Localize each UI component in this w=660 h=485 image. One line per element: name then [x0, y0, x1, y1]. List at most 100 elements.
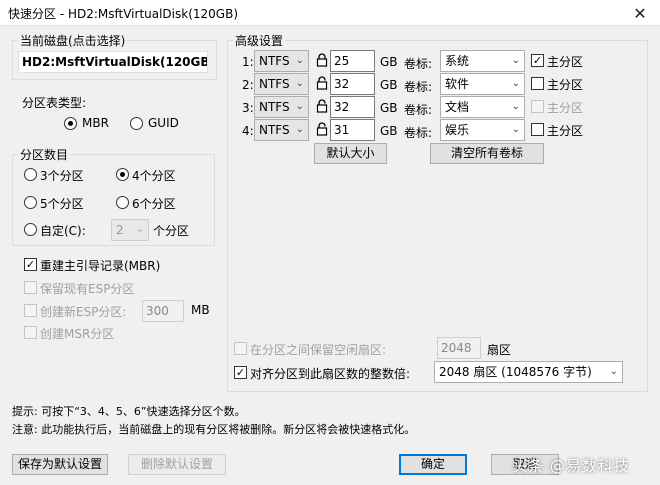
- keep-free-sectors-label[interactable]: 在分区之间保留空闲扇区:: [250, 341, 386, 358]
- create-esp-checkbox[interactable]: [24, 304, 37, 317]
- keep-esp-label[interactable]: 保留现有ESP分区: [40, 280, 134, 297]
- align-sectors-select[interactable]: 2048 扇区 (1048576 字节) ⌄: [434, 361, 623, 383]
- chevron-down-icon: ⌄: [135, 224, 144, 235]
- chevron-down-icon: ⌄: [295, 55, 304, 66]
- partition-row-1-primary-label[interactable]: 主分区: [547, 53, 583, 70]
- guid-label[interactable]: GUID: [148, 116, 179, 130]
- four-partitions-label[interactable]: 4个分区: [132, 167, 176, 184]
- free-sectors-input[interactable]: 2048: [437, 337, 481, 359]
- partition-row-4-fs: NTFS: [259, 123, 290, 137]
- chevron-down-icon: ⌄: [511, 78, 520, 89]
- partition-row-2-fs-select[interactable]: NTFS ⌄: [254, 73, 309, 95]
- current-disk-legend: 当前磁盘(点击选择): [18, 32, 128, 49]
- partition-row-2-fs: NTFS: [259, 77, 290, 91]
- partition-row-1-index: 1:: [242, 55, 254, 69]
- keep-free-sectors-checkbox[interactable]: [234, 342, 247, 355]
- chevron-down-icon: ⌄: [511, 55, 520, 66]
- partition-count-legend: 分区数目: [18, 146, 71, 163]
- lock-open-icon[interactable]: [316, 122, 328, 136]
- keep-esp-checkbox[interactable]: [24, 281, 37, 294]
- five-partitions-label[interactable]: 5个分区: [40, 195, 84, 212]
- clear-all-labels-button[interactable]: 清空所有卷标: [430, 143, 544, 164]
- window-title: 快速分区 - HD2:MsftVirtualDisk(120GB): [8, 7, 239, 21]
- partition-row-4-primary-checkbox[interactable]: [531, 123, 544, 136]
- rebuild-mbr-label[interactable]: 重建主引导记录(MBR): [40, 257, 160, 274]
- partition-row-1-fs-select[interactable]: NTFS ⌄: [254, 50, 309, 72]
- partition-row-3-label-text: 卷标:: [404, 103, 433, 117]
- lock-open-icon[interactable]: [316, 76, 328, 90]
- custom-partitions-label[interactable]: 自定(C):: [40, 222, 86, 239]
- partition-row-1-size-unit: GB: [380, 55, 398, 69]
- chevron-down-icon: ⌄: [609, 366, 618, 377]
- delete-default-button[interactable]: 删除默认设置: [128, 454, 226, 475]
- align-partitions-label[interactable]: 对齐分区到此扇区数的整数倍:: [250, 365, 410, 382]
- partition-row-1-fs: NTFS: [259, 54, 290, 68]
- chevron-down-icon: ⌄: [295, 101, 304, 112]
- partition-row-4-primary-label[interactable]: 主分区: [547, 122, 583, 139]
- mbr-radio[interactable]: [64, 117, 77, 130]
- rebuild-mbr-checkbox[interactable]: ✓: [24, 258, 37, 271]
- partition-row-3-volume: 文档: [445, 100, 470, 114]
- partition-row-3-size-input[interactable]: 32: [330, 96, 375, 118]
- partition-row-1-primary-checkbox[interactable]: ✓: [531, 54, 544, 67]
- lock-closed-icon[interactable]: [316, 53, 328, 67]
- advanced-settings-legend: 高级设置: [233, 32, 286, 49]
- create-msr-checkbox[interactable]: [24, 326, 37, 339]
- partition-row-4-volume-select[interactable]: 娱乐 ⌄: [440, 119, 525, 141]
- custom-partition-count-select[interactable]: 2 ⌄: [111, 219, 149, 241]
- partition-row-2-index: 2:: [242, 78, 254, 92]
- five-partitions-radio[interactable]: [24, 196, 37, 209]
- custom-partition-suffix: 个分区: [153, 224, 190, 238]
- chevron-down-icon: ⌄: [295, 124, 304, 135]
- partition-row-3-fs: NTFS: [259, 100, 290, 114]
- six-partitions-label[interactable]: 6个分区: [132, 195, 176, 212]
- lock-open-icon[interactable]: [316, 99, 328, 113]
- align-partitions-checkbox[interactable]: ✓: [234, 366, 247, 379]
- partition-row-2-volume-select[interactable]: 软件 ⌄: [440, 73, 525, 95]
- esp-size-unit: MB: [191, 303, 210, 317]
- partition-row-2-size-unit: GB: [380, 78, 398, 92]
- partition-row-2-primary-checkbox[interactable]: [531, 77, 544, 90]
- six-partitions-radio[interactable]: [116, 196, 129, 209]
- partition-row-1-size-input[interactable]: 25: [330, 50, 375, 72]
- ok-button[interactable]: 确定: [399, 454, 467, 475]
- esp-size-input[interactable]: 300: [142, 300, 184, 322]
- partition-row-3-index: 3:: [242, 101, 254, 115]
- chevron-down-icon: ⌄: [295, 78, 304, 89]
- free-sectors-unit: 扇区: [487, 343, 512, 357]
- three-partitions-radio[interactable]: [24, 168, 37, 181]
- partition-row-3-primary-label[interactable]: 主分区: [547, 99, 583, 116]
- default-size-button[interactable]: 默认大小: [314, 143, 387, 164]
- partition-row-4-label-text: 卷标:: [404, 126, 433, 140]
- partition-row-4-size-unit: GB: [380, 124, 398, 138]
- guid-radio[interactable]: [130, 117, 143, 130]
- warning-text: 注意: 此功能执行后，当前磁盘上的现有分区将被删除。新分区将会被快速格式化。: [12, 423, 416, 436]
- partition-row-3-size-unit: GB: [380, 101, 398, 115]
- current-disk-field[interactable]: HD2:MsftVirtualDisk(120GB) - 本: [18, 51, 208, 73]
- partition-row-4-size-input[interactable]: 31: [330, 119, 375, 141]
- partition-row-2-primary-label[interactable]: 主分区: [547, 76, 583, 93]
- partition-row-3-fs-select[interactable]: NTFS ⌄: [254, 96, 309, 118]
- close-icon[interactable]: ✕: [620, 0, 660, 26]
- create-esp-label[interactable]: 创建新ESP分区:: [40, 303, 126, 320]
- four-partitions-radio[interactable]: [116, 168, 129, 181]
- partition-row-3-primary-checkbox[interactable]: [531, 100, 544, 113]
- partition-row-1-label-text: 卷标:: [404, 57, 433, 71]
- partition-row-3-volume-select[interactable]: 文档 ⌄: [440, 96, 525, 118]
- custom-partitions-radio[interactable]: [24, 223, 37, 236]
- quick-partition-dialog: 快速分区 - HD2:MsftVirtualDisk(120GB) ✕ 当前磁盘…: [0, 0, 660, 485]
- partition-row-1-volume-select[interactable]: 系统 ⌄: [440, 50, 525, 72]
- partition-row-2-volume: 软件: [445, 77, 470, 91]
- chevron-down-icon: ⌄: [511, 101, 520, 112]
- three-partitions-label[interactable]: 3个分区: [40, 167, 84, 184]
- partition-row-4-volume: 娱乐: [445, 123, 470, 137]
- custom-partition-count-value: 2: [116, 223, 124, 237]
- create-msr-label[interactable]: 创建MSR分区: [40, 325, 114, 342]
- table-type-label: 分区表类型:: [22, 96, 87, 110]
- hint-text: 提示: 可按下“3、4、5、6”快速选择分区个数。: [12, 405, 246, 418]
- partition-row-2-size-input[interactable]: 32: [330, 73, 375, 95]
- watermark: 头条 @易数科技: [512, 457, 630, 475]
- partition-row-4-fs-select[interactable]: NTFS ⌄: [254, 119, 309, 141]
- mbr-label[interactable]: MBR: [82, 116, 109, 130]
- save-default-button[interactable]: 保存为默认设置: [12, 454, 108, 475]
